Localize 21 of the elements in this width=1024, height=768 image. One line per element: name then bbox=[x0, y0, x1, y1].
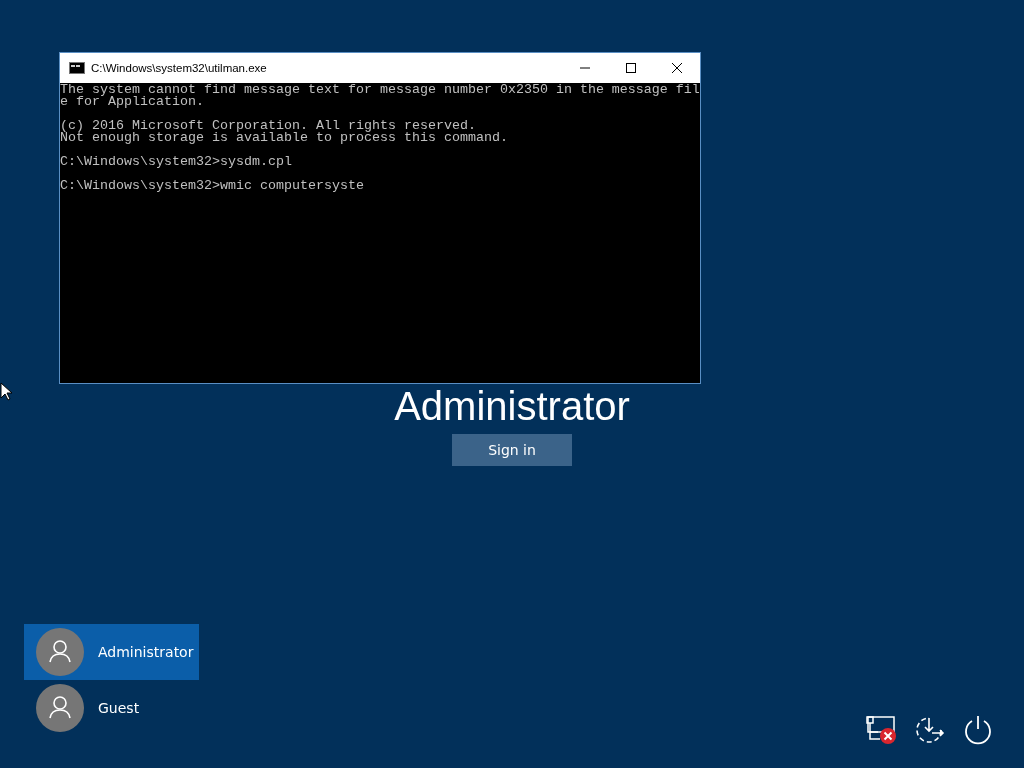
maximize-icon bbox=[626, 63, 636, 73]
mouse-cursor-icon bbox=[0, 382, 12, 402]
console-line: (c) 2016 Microsoft Corporation. All rights reserved. bbox=[60, 120, 476, 132]
user-avatar-icon bbox=[36, 684, 84, 732]
console-line: e for Application. bbox=[60, 96, 204, 108]
close-icon bbox=[672, 63, 682, 73]
power-icon[interactable] bbox=[962, 714, 994, 746]
user-tile[interactable]: Administrator bbox=[24, 624, 199, 680]
sign-in-button[interactable]: Sign in bbox=[452, 434, 572, 466]
console-line: Not enough storage is available to process this command. bbox=[60, 132, 508, 144]
window-title: C:\Windows\system32\utilman.exe bbox=[91, 62, 268, 74]
network-icon[interactable] bbox=[864, 714, 898, 746]
console-line: The system cannot find message text for message number 0x2350 in the message fil bbox=[60, 84, 700, 96]
console-icon bbox=[69, 62, 85, 74]
user-avatar-icon bbox=[36, 628, 84, 676]
user-tile[interactable]: Guest bbox=[24, 680, 199, 736]
user-name-heading: Administrator bbox=[394, 384, 630, 428]
console-line: C:\Windows\system32>sysdm.cpl bbox=[60, 156, 292, 168]
console-line: C:\Windows\system32>wmic computersyste bbox=[60, 180, 364, 192]
user-name: Guest bbox=[98, 700, 140, 716]
user-name: Administrator bbox=[98, 644, 194, 660]
